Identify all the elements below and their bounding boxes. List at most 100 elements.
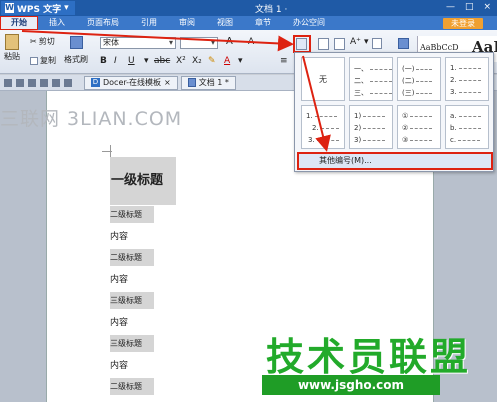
copy-icon	[30, 56, 38, 65]
cut-label: 剪切	[38, 37, 55, 46]
folder-icon[interactable]	[4, 78, 12, 87]
numbering-button[interactable]	[293, 35, 311, 53]
wps-writer-window: W WPS 文字 ▾ 文档 1 · — □ × 开始 插入 页面布局 引用 审阅…	[0, 0, 497, 402]
body-text[interactable]: 内容	[110, 230, 128, 244]
strikethrough-button[interactable]: abc	[154, 56, 170, 66]
redo-icon[interactable]	[64, 78, 72, 87]
font-name-select[interactable]: 宋体	[100, 37, 176, 49]
login-button[interactable]: 未登录	[443, 18, 483, 29]
style-preview-normal: AaBbCcD	[420, 43, 459, 52]
numbering-style-paren[interactable]: 1) 2) 3)	[349, 105, 393, 149]
show-marks-icon[interactable]	[398, 38, 409, 49]
margin-marker	[102, 151, 112, 152]
tab-view[interactable]: 视图	[206, 16, 244, 30]
tab-insert[interactable]: 插入	[38, 16, 76, 30]
sort-icon[interactable]	[372, 38, 382, 49]
grow-font-button[interactable]: A	[226, 36, 233, 47]
watermark-url: www.jsgho.com	[262, 375, 440, 395]
quick-access-toolbar	[4, 78, 72, 87]
close-icon[interactable]: ×	[164, 77, 171, 89]
app-name: WPS 文字	[17, 4, 62, 15]
chevron-down-icon[interactable]: ▾	[238, 56, 243, 66]
tab-document-1[interactable]: 文档 1 *	[180, 75, 236, 90]
numbering-none-option[interactable]: 无	[301, 57, 345, 101]
copy-button[interactable]: 复制	[30, 55, 56, 66]
numbering-marker: 1)	[354, 112, 362, 120]
format-painter-button[interactable]: 格式刷	[64, 36, 88, 65]
numbering-style-circled[interactable]: ① ② ③	[397, 105, 441, 149]
tab-review[interactable]: 审阅	[168, 16, 206, 30]
numbering-marker: 1.	[306, 112, 313, 120]
chevron-down-icon[interactable]: ▾	[364, 37, 369, 47]
wps-logo-icon: W	[5, 3, 14, 13]
chinese-layout-icon[interactable]: A⁺	[350, 37, 361, 47]
scissors-icon: ✂	[30, 37, 37, 46]
numbering-marker: 3.	[308, 136, 315, 144]
shrink-font-button[interactable]: A	[248, 37, 254, 47]
numbering-style-chinese[interactable]: 一、 二、 三、	[349, 57, 393, 101]
tab-docer[interactable]: D Docer-在线模板 ×	[84, 75, 178, 90]
heading-1[interactable]: 一级标题	[110, 157, 176, 205]
heading-3[interactable]: 三级标题	[110, 292, 154, 309]
tab-sections[interactable]: 章节	[244, 16, 282, 30]
body-text[interactable]: 内容	[110, 316, 128, 330]
numbering-style-chinese-paren[interactable]: (一) (二) (三)	[397, 57, 441, 101]
chevron-down-icon[interactable]: ▾	[144, 56, 149, 66]
document-icon	[187, 78, 196, 87]
tab-home[interactable]: 开始	[0, 16, 38, 30]
app-menu-button[interactable]: W WPS 文字 ▾	[1, 1, 75, 15]
cut-button[interactable]: ✂ 剪切	[30, 36, 55, 47]
numbering-marker: 3.	[450, 88, 457, 96]
numbering-marker: ③	[402, 136, 409, 144]
heading-3[interactable]: 三级标题	[110, 335, 154, 352]
superscript-button[interactable]: X²	[176, 56, 186, 66]
numbering-marker: ②	[402, 124, 409, 132]
numbering-marker: 2)	[354, 124, 362, 132]
paste-button[interactable]: 粘贴	[4, 34, 20, 62]
brush-icon	[69, 36, 83, 49]
save-icon[interactable]	[16, 78, 24, 87]
numbering-marker: a.	[450, 112, 457, 120]
preview-icon[interactable]	[40, 78, 48, 87]
numbering-marker: 三、	[354, 89, 368, 97]
numbering-marker: (三)	[402, 89, 415, 97]
body-text[interactable]: 内容	[110, 359, 128, 373]
format-painter-label: 格式刷	[64, 55, 88, 64]
align-left-icon[interactable]: ≡	[280, 56, 288, 66]
numbering-marker: b.	[450, 124, 457, 132]
more-numbering-label: 其他编号(M)...	[319, 156, 372, 165]
numbering-style-alpha[interactable]: a. b. c.	[445, 105, 489, 149]
numbering-marker: 一、	[354, 65, 368, 73]
italic-button[interactable]: I	[114, 56, 117, 66]
copy-label: 复制	[40, 56, 56, 65]
numbering-marker: 1.	[450, 64, 457, 72]
underline-button[interactable]: U	[128, 56, 135, 66]
window-title: 文档 1 ·	[255, 5, 288, 15]
heading-2[interactable]: 二级标题	[110, 378, 154, 395]
close-button[interactable]: ×	[483, 2, 491, 12]
more-numbering-menu-item[interactable]: 其他编号(M)...	[297, 152, 493, 170]
numbering-style-decimal-indented[interactable]: 1. 2. 3.	[301, 105, 345, 149]
body-text[interactable]: 内容	[110, 273, 128, 287]
highlight-icon[interactable]: ✎	[208, 56, 216, 66]
tab-page-layout[interactable]: 页面布局	[76, 16, 130, 30]
bold-button[interactable]: B	[100, 56, 107, 66]
heading-2[interactable]: 二级标题	[110, 206, 154, 223]
maximize-button[interactable]: □	[465, 2, 474, 12]
subscript-button[interactable]: X₂	[192, 56, 202, 66]
menu-bar: 开始 插入 页面布局 引用 审阅 视图 章节 办公空间 未登录	[0, 16, 497, 30]
numbering-none-label: 无	[319, 74, 327, 84]
numbering-style-decimal[interactable]: 1. 2. 3.	[445, 57, 489, 101]
tab-office-space[interactable]: 办公空间	[282, 16, 336, 30]
minimize-button[interactable]: —	[446, 2, 455, 12]
increase-indent-icon[interactable]	[334, 38, 345, 50]
undo-icon[interactable]	[52, 78, 60, 87]
heading-2[interactable]: 二级标题	[110, 249, 154, 266]
print-icon[interactable]	[28, 78, 36, 87]
tab-references[interactable]: 引用	[130, 16, 168, 30]
font-color-button[interactable]: A	[224, 56, 230, 66]
font-size-select[interactable]	[180, 37, 218, 49]
paste-label: 粘贴	[4, 52, 20, 61]
numbering-marker: (二)	[402, 77, 415, 85]
decrease-indent-icon[interactable]	[318, 38, 329, 50]
